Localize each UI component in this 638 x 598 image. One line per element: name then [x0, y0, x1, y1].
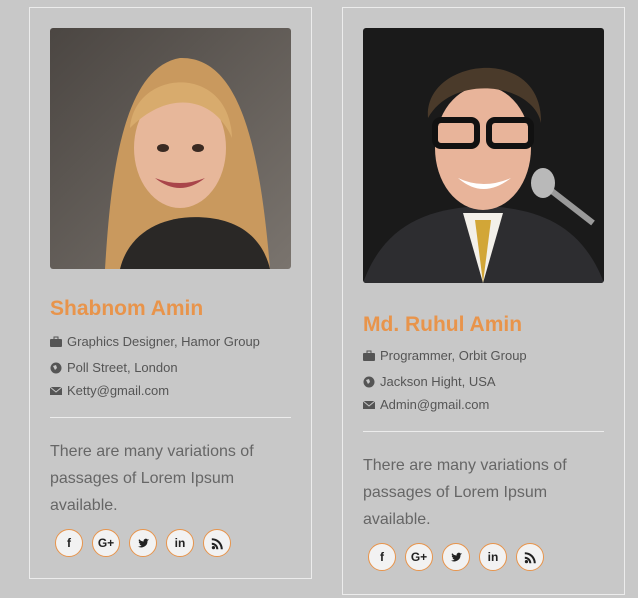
email-info: Admin@gmail.com	[363, 397, 489, 412]
member-bio: There are many variations of passages of…	[50, 443, 254, 514]
team-card: Md. Ruhul Amin Programmer, Orbit Group J…	[342, 7, 625, 595]
google-plus-icon[interactable]: G+	[405, 543, 433, 571]
location-text: Poll Street, London	[67, 360, 178, 375]
email-text[interactable]: Ketty@gmail.com	[67, 383, 169, 398]
email-info: Ketty@gmail.com	[50, 383, 169, 398]
envelope-icon	[363, 400, 375, 409]
rss-icon[interactable]	[516, 543, 544, 571]
job-info: Graphics Designer, Hamor Group	[50, 334, 260, 349]
location-text: Jackson Hight, USA	[380, 374, 496, 389]
linkedin-icon[interactable]: in	[479, 543, 507, 571]
linkedin-icon[interactable]: in	[166, 529, 194, 557]
twitter-icon[interactable]	[129, 529, 157, 557]
member-name: Shabnom Amin	[50, 297, 204, 320]
profile-photo	[50, 28, 291, 269]
team-card: Shabnom Amin Graphics Designer, Hamor Gr…	[29, 7, 312, 579]
globe-icon	[50, 362, 62, 373]
social-links: f G+ in	[55, 529, 231, 557]
google-plus-icon[interactable]: G+	[92, 529, 120, 557]
location-info: Poll Street, London	[50, 360, 178, 375]
divider	[363, 431, 604, 432]
member-name: Md. Ruhul Amin	[363, 313, 523, 336]
member-bio: There are many variations of passages of…	[363, 457, 567, 528]
email-text[interactable]: Admin@gmail.com	[380, 397, 489, 412]
job-text: Graphics Designer, Hamor Group	[67, 334, 260, 349]
job-text: Programmer, Orbit Group	[380, 348, 527, 363]
social-links: f G+ in	[368, 543, 544, 571]
envelope-icon	[50, 386, 62, 395]
profile-photo	[363, 28, 604, 283]
twitter-icon[interactable]	[442, 543, 470, 571]
rss-icon[interactable]	[203, 529, 231, 557]
facebook-icon[interactable]: f	[55, 529, 83, 557]
globe-icon	[363, 376, 375, 387]
location-info: Jackson Hight, USA	[363, 374, 496, 389]
facebook-icon[interactable]: f	[368, 543, 396, 571]
briefcase-icon	[363, 350, 375, 361]
briefcase-icon	[50, 336, 62, 347]
divider	[50, 417, 291, 418]
job-info: Programmer, Orbit Group	[363, 348, 527, 363]
